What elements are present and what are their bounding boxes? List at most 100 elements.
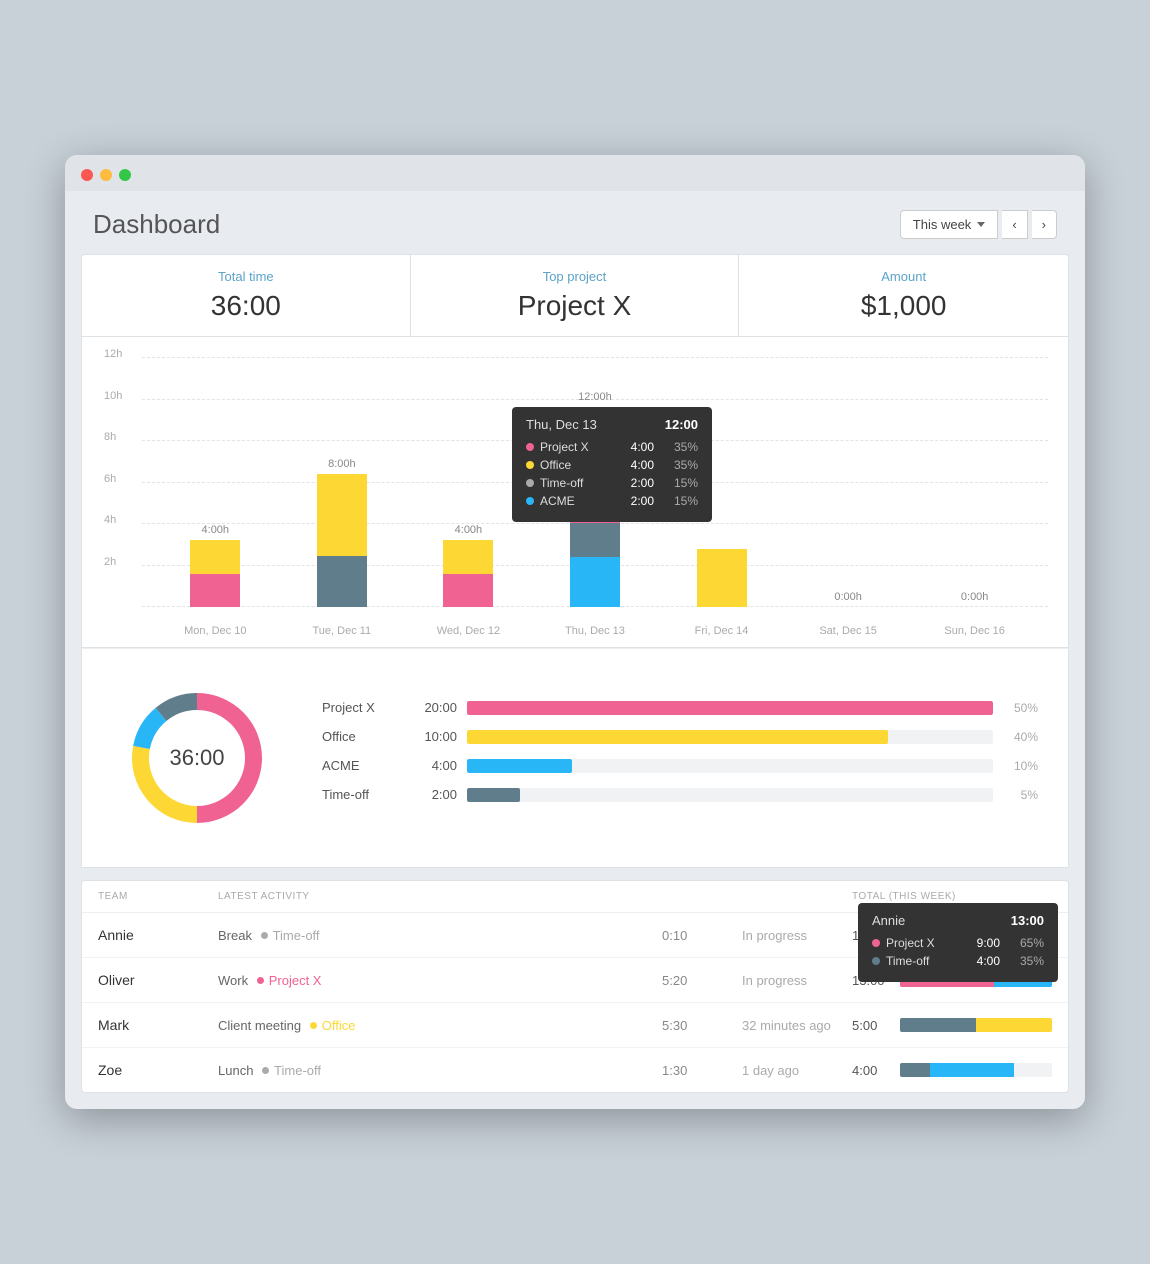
tooltip-date: Thu, Dec 13 — [526, 417, 597, 432]
breakdown-project-time: 2:00 — [412, 787, 457, 802]
team-member-name: Oliver — [98, 972, 218, 988]
bottom-chart: 36:00 Project X 20:00 50% Office 10:00 4… — [81, 648, 1069, 868]
bar-segment — [190, 540, 240, 573]
title-bar — [65, 155, 1085, 191]
activity-dot — [257, 977, 264, 984]
chart-area: 12h 10h 8h 6h 4h 2h 4:00h8:00h4:00h12:00… — [142, 357, 1048, 637]
breakdown-item: Time-off 2:00 5% — [322, 787, 1038, 802]
tooltip-project-name: Time-off — [540, 476, 625, 490]
bar-top-label: 8:00h — [328, 458, 356, 470]
stat-amount-label: Amount — [759, 269, 1048, 284]
tooltip-row: Project X 9:00 65% — [872, 936, 1044, 950]
bar-group[interactable]: 0:00h — [823, 591, 873, 607]
tooltip-header: Thu, Dec 13 12:00 — [526, 417, 698, 432]
breakdown-project-name: Time-off — [322, 787, 402, 802]
bar-stack — [190, 540, 240, 607]
team-bar-segment — [900, 1018, 976, 1032]
breakdown-project-pct: 50% — [1003, 701, 1038, 715]
tooltip-val: 9:00 — [977, 936, 1000, 950]
bar-top-label: 4:00h — [202, 524, 230, 536]
bar-segment — [697, 549, 747, 607]
close-button[interactable] — [81, 169, 93, 181]
team-member-activity: Break Time-off — [218, 928, 662, 943]
x-axis-label: Thu, Dec 13 — [555, 625, 635, 637]
breakdown-bar-fill — [467, 788, 520, 802]
team-rows: Annie Break Time-off 0:10 In progress 13… — [82, 913, 1068, 1092]
activity-project-link[interactable]: Time-off — [273, 928, 320, 943]
stats-row: Total time 36:00 Top project Project X A… — [81, 254, 1069, 337]
breakdown-item: Project X 20:00 50% — [322, 700, 1038, 715]
tooltip-row: Time-off 4:00 35% — [872, 954, 1044, 968]
tooltip-name-label: Annie — [872, 913, 905, 928]
team-bar-segment — [900, 1063, 930, 1077]
team-col-duration — [662, 891, 742, 902]
team-row: Mark Client meeting Office 5:30 32 minut… — [82, 1003, 1068, 1048]
breakdown-project-pct: 5% — [1003, 788, 1038, 802]
x-axis-label: Mon, Dec 10 — [175, 625, 255, 637]
bar-segment — [317, 556, 367, 607]
team-member-name: Zoe — [98, 1062, 218, 1078]
breakdown-project-time: 10:00 — [412, 729, 457, 744]
maximize-button[interactable] — [119, 169, 131, 181]
breakdown-project-time: 20:00 — [412, 700, 457, 715]
bar-group[interactable] — [697, 545, 747, 607]
week-selector-button[interactable]: This week — [900, 210, 999, 239]
bar-group[interactable]: 4:00h — [190, 524, 240, 607]
tooltip-dot — [526, 479, 534, 487]
bar-group[interactable]: 0:00h — [950, 591, 1000, 607]
team-tooltip: Annie 13:00 Project X 9:00 65% Time-off … — [858, 903, 1058, 982]
chart-tooltip: Thu, Dec 13 12:00 Project X 4:00 35% Off… — [512, 407, 712, 522]
header: Dashboard This week ‹ › — [65, 191, 1085, 254]
x-axis-label: Wed, Dec 12 — [428, 625, 508, 637]
bar-group[interactable]: 8:00h — [317, 458, 367, 607]
bar-segment — [570, 523, 620, 557]
bar-group[interactable]: 4:00h — [443, 524, 493, 607]
chevron-down-icon — [977, 222, 985, 227]
activity-dot — [310, 1022, 317, 1029]
tooltip-project-name: Office — [540, 458, 625, 472]
tooltip-name: Time-off — [886, 954, 971, 968]
team-bar-visual — [900, 1063, 1052, 1077]
tooltip-project-val: 2:00 — [631, 494, 654, 508]
next-week-button[interactable]: › — [1032, 210, 1057, 239]
stat-top-project: Top project Project X — [411, 255, 740, 336]
team-col-total: TOTAL (THIS WEEK) — [852, 891, 1052, 902]
tooltip-val: 4:00 — [977, 954, 1000, 968]
breakdown-project-name: Project X — [322, 700, 402, 715]
team-col-activity: LATEST ACTIVITY — [218, 891, 662, 902]
tooltip-time-label: 13:00 — [1011, 913, 1044, 928]
tooltip-project-pct: 35% — [668, 440, 698, 454]
stat-amount-value: $1,000 — [759, 290, 1048, 322]
activity-project-link[interactable]: Project X — [269, 973, 322, 988]
stat-top-project-label: Top project — [431, 269, 719, 284]
main-content: Dashboard This week ‹ › Total time 36:00… — [65, 191, 1085, 1093]
team-duration: 1:30 — [662, 1063, 742, 1078]
minimize-button[interactable] — [100, 169, 112, 181]
tooltip-pct: 65% — [1014, 936, 1044, 950]
team-row: Zoe Lunch Time-off 1:30 1 day ago 4:00 — [82, 1048, 1068, 1092]
stat-amount: Amount $1,000 — [739, 255, 1068, 336]
bar-stack — [443, 540, 493, 607]
stat-total-time-label: Total time — [102, 269, 390, 284]
x-axis-label: Tue, Dec 11 — [302, 625, 382, 637]
team-duration: 0:10 — [662, 928, 742, 943]
team-member-name: Annie — [98, 927, 218, 943]
prev-week-button[interactable]: ‹ — [1002, 210, 1027, 239]
team-bar-total: 5:00 — [852, 1018, 894, 1033]
activity-project-link[interactable]: Time-off — [274, 1063, 321, 1078]
tooltip-pct: 35% — [1014, 954, 1044, 968]
bar-segment — [570, 557, 620, 607]
bar-top-label: 4:00h — [455, 524, 483, 536]
bar-top-label: 0:00h — [834, 591, 862, 603]
activity-project-link[interactable]: Office — [322, 1018, 356, 1033]
breakdown-bar-bg — [467, 788, 993, 802]
tooltip-rows: Project X 4:00 35% Office 4:00 35% Time-… — [526, 440, 698, 508]
breakdown-bar-bg — [467, 730, 993, 744]
bar-chart-container: 12h 10h 8h 6h 4h 2h 4:00h8:00h4:00h12:00… — [81, 337, 1069, 648]
team-bar-segment — [930, 1063, 1014, 1077]
team-col-status — [742, 891, 852, 902]
breakdown-bar-fill — [467, 701, 993, 715]
stat-top-project-value: Project X — [431, 290, 719, 322]
bar-top-label: 12:00h — [578, 391, 612, 403]
team-bar-segment — [976, 1018, 1052, 1032]
